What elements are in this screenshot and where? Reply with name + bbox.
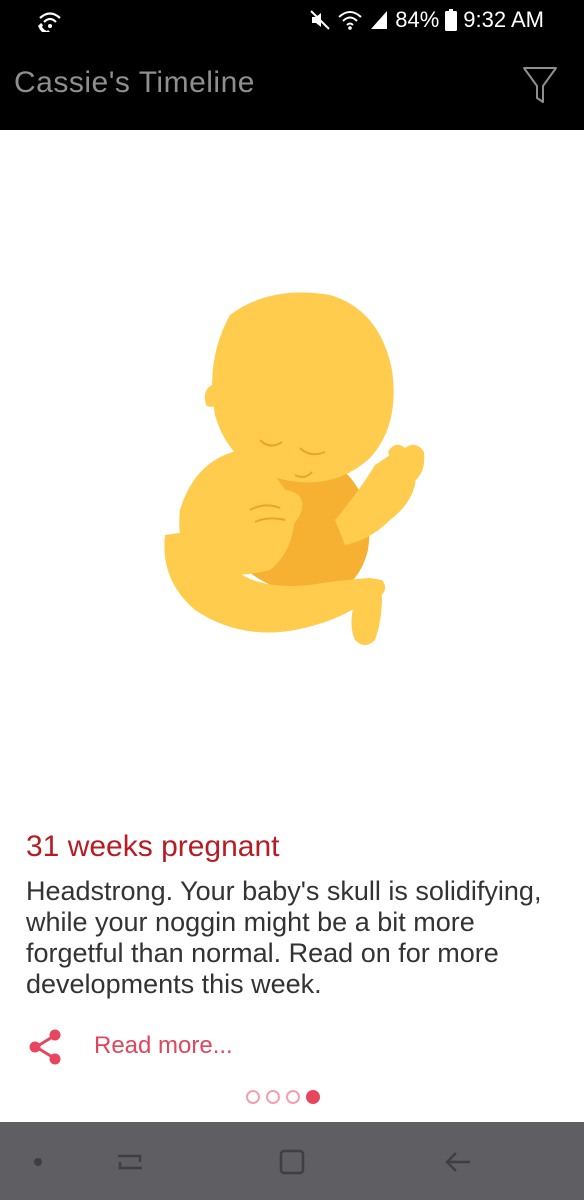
read-more-link[interactable]: Read more... — [94, 1032, 233, 1060]
page-indicator — [246, 1090, 320, 1104]
week-description: Headstrong. Your baby's skull is solidif… — [26, 876, 542, 999]
dot-icon[interactable] — [18, 1142, 58, 1182]
page-dot[interactable] — [266, 1090, 280, 1104]
page-dot-active[interactable] — [306, 1090, 320, 1104]
week-title: 31 weeks pregnant — [26, 830, 280, 863]
back-icon[interactable] — [438, 1142, 478, 1182]
status-bar: 84% 9:32 AM — [0, 0, 584, 40]
fetus-illustration — [120, 280, 450, 680]
home-icon[interactable] — [272, 1142, 312, 1182]
wifi-call-icon — [36, 8, 64, 35]
page-dot[interactable] — [286, 1090, 300, 1104]
mute-icon — [309, 9, 331, 31]
share-button[interactable] — [26, 1028, 64, 1066]
page-title: Cassie's Timeline — [14, 66, 255, 99]
clock: 9:32 AM — [463, 7, 544, 32]
filter-icon — [518, 67, 562, 110]
recent-apps-icon[interactable] — [110, 1142, 150, 1182]
share-icon — [26, 1029, 64, 1070]
signal-icon — [369, 9, 389, 31]
system-nav-bar — [0, 1122, 584, 1200]
battery-icon — [445, 9, 458, 31]
page-dot[interactable] — [246, 1090, 260, 1104]
battery-percent: 84% — [395, 7, 440, 32]
filter-button[interactable] — [518, 62, 562, 106]
app-bar: Cassie's Timeline — [0, 40, 584, 130]
wifi-icon — [337, 9, 363, 31]
